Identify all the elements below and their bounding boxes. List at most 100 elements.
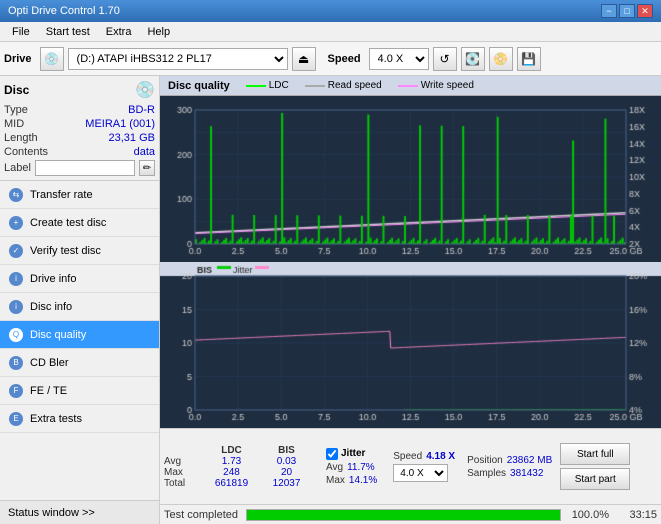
disc-btn-1[interactable]: 💽 — [461, 47, 485, 71]
label-input[interactable] — [35, 160, 135, 176]
nav-fe-te[interactable]: F FE / TE — [0, 377, 159, 405]
disc-icon[interactable]: 💿 — [135, 80, 155, 100]
menu-help[interactable]: Help — [139, 24, 178, 40]
minimize-button[interactable]: − — [601, 4, 617, 18]
position-label: Position — [467, 455, 503, 466]
create-test-disc-icon: + — [8, 215, 24, 231]
jitter-max-label: Max — [326, 475, 345, 486]
menu-file[interactable]: File — [4, 24, 38, 40]
chart-title: Disc quality — [168, 80, 230, 92]
length-label: Length — [4, 132, 38, 144]
mid-label: MID — [4, 118, 24, 130]
progress-time: 33:15 — [617, 509, 657, 521]
legend-read-speed-color — [305, 85, 325, 87]
speed-stat-label: Speed — [393, 451, 422, 462]
menu-extra[interactable]: Extra — [98, 24, 140, 40]
nav-fe-te-label: FE / TE — [30, 385, 67, 397]
avg-ldc: 1.73 — [204, 456, 259, 467]
extra-tests-icon: E — [8, 411, 24, 427]
refresh-button[interactable]: ↺ — [433, 47, 457, 71]
max-label: Max — [164, 467, 204, 478]
label-label: Label — [4, 162, 31, 174]
nav-disc-quality[interactable]: Q Disc quality — [0, 321, 159, 349]
legend-write-speed-label: Write speed — [421, 80, 474, 91]
drive-select[interactable]: (D:) ATAPI iHBS312 2 PL17 — [68, 48, 288, 70]
legend-ldc: LDC — [246, 80, 289, 91]
disc-section-title: Disc — [4, 83, 29, 97]
contents-value: data — [134, 146, 155, 158]
toolbar: Drive 💿 (D:) ATAPI iHBS312 2 PL17 ⏏ Spee… — [0, 42, 661, 76]
nav-verify-test-disc[interactable]: ✓ Verify test disc — [0, 237, 159, 265]
eject-button[interactable]: ⏏ — [292, 47, 316, 71]
nav-transfer-rate-label: Transfer rate — [30, 189, 93, 201]
samples-val: 381432 — [510, 468, 543, 479]
stats-area: LDC BIS Avg 1.73 0.03 Max 248 20 Total 6… — [160, 428, 661, 504]
nav-create-test-disc[interactable]: + Create test disc — [0, 209, 159, 237]
jitter-checkbox[interactable] — [326, 448, 338, 460]
jitter-avg-label: Avg — [326, 462, 343, 473]
disc-btn-2[interactable]: 📀 — [489, 47, 513, 71]
close-button[interactable]: ✕ — [637, 4, 653, 18]
cd-bler-icon: B — [8, 355, 24, 371]
nav-create-test-disc-label: Create test disc — [30, 217, 106, 229]
legend-read-speed-label: Read speed — [328, 80, 382, 91]
right-panel: Disc quality LDC Read speed Write speed — [160, 76, 661, 524]
speed-label: Speed — [328, 53, 361, 65]
nav-disc-quality-label: Disc quality — [30, 329, 86, 341]
avg-bis: 0.03 — [259, 456, 314, 467]
fe-te-icon: F — [8, 383, 24, 399]
start-full-button[interactable]: Start full — [560, 443, 630, 465]
jitter-avg-val: 11.7% — [347, 462, 375, 473]
main-layout: Disc 💿 Type BD-R MID MEIRA1 (001) Length… — [0, 76, 661, 524]
speed-select[interactable]: 4.0 X Max 2.0 X 1.0 X — [369, 48, 429, 70]
disc-info-icon: i — [8, 299, 24, 315]
charts-container — [160, 96, 661, 428]
menu-start-test[interactable]: Start test — [38, 24, 98, 40]
nav-drive-info[interactable]: i Drive info — [0, 265, 159, 293]
save-button[interactable]: 💾 — [517, 47, 541, 71]
upper-chart — [160, 96, 661, 262]
nav-cd-bler-label: CD Bler — [30, 357, 69, 369]
verify-test-disc-icon: ✓ — [8, 243, 24, 259]
legend-write-speed: Write speed — [398, 80, 474, 91]
total-ldc: 661819 — [204, 478, 259, 489]
app-title: Opti Drive Control 1.70 — [8, 5, 120, 17]
progress-bar-fill — [247, 510, 560, 520]
status-text: Test completed — [164, 509, 238, 521]
nav-transfer-rate[interactable]: ⇆ Transfer rate — [0, 181, 159, 209]
nav-disc-info[interactable]: i Disc info — [0, 293, 159, 321]
transfer-rate-icon: ⇆ — [8, 187, 24, 203]
drive-icon-button[interactable]: 💿 — [40, 47, 64, 71]
avg-label: Avg — [164, 456, 204, 467]
label-edit-button[interactable]: ✏ — [139, 160, 155, 176]
status-window-button[interactable]: Status window >> — [0, 500, 159, 524]
legend-ldc-color — [246, 85, 266, 87]
nav-cd-bler[interactable]: B CD Bler — [0, 349, 159, 377]
legend-ldc-label: LDC — [269, 80, 289, 91]
total-label: Total — [164, 478, 204, 489]
title-bar: Opti Drive Control 1.70 − □ ✕ — [0, 0, 661, 22]
nav-extra-tests[interactable]: E Extra tests — [0, 405, 159, 433]
disc-section: Disc 💿 Type BD-R MID MEIRA1 (001) Length… — [0, 76, 159, 181]
total-bis: 12037 — [259, 478, 314, 489]
window-controls: − □ ✕ — [601, 4, 653, 18]
left-panel: Disc 💿 Type BD-R MID MEIRA1 (001) Length… — [0, 76, 160, 524]
progress-area: Test completed 100.0% 33:15 — [160, 504, 661, 524]
drive-label: Drive — [4, 53, 32, 65]
drive-info-icon: i — [8, 271, 24, 287]
progress-bar-container — [246, 509, 561, 521]
position-val: 23862 MB — [507, 455, 553, 466]
stats-empty-header — [164, 445, 204, 456]
ldc-header: LDC — [204, 445, 259, 456]
contents-label: Contents — [4, 146, 48, 158]
speed-stat-val: 4.18 X — [426, 451, 455, 462]
bis-header: BIS — [259, 445, 314, 456]
nav-verify-test-disc-label: Verify test disc — [30, 245, 101, 257]
maximize-button[interactable]: □ — [619, 4, 635, 18]
max-bis: 20 — [259, 467, 314, 478]
start-part-button[interactable]: Start part — [560, 468, 630, 490]
mid-value: MEIRA1 (001) — [85, 118, 155, 130]
max-ldc: 248 — [204, 467, 259, 478]
speed-stat-select[interactable]: 4.0 X Max 2.0 X — [393, 464, 448, 482]
menu-bar: File Start test Extra Help — [0, 22, 661, 42]
